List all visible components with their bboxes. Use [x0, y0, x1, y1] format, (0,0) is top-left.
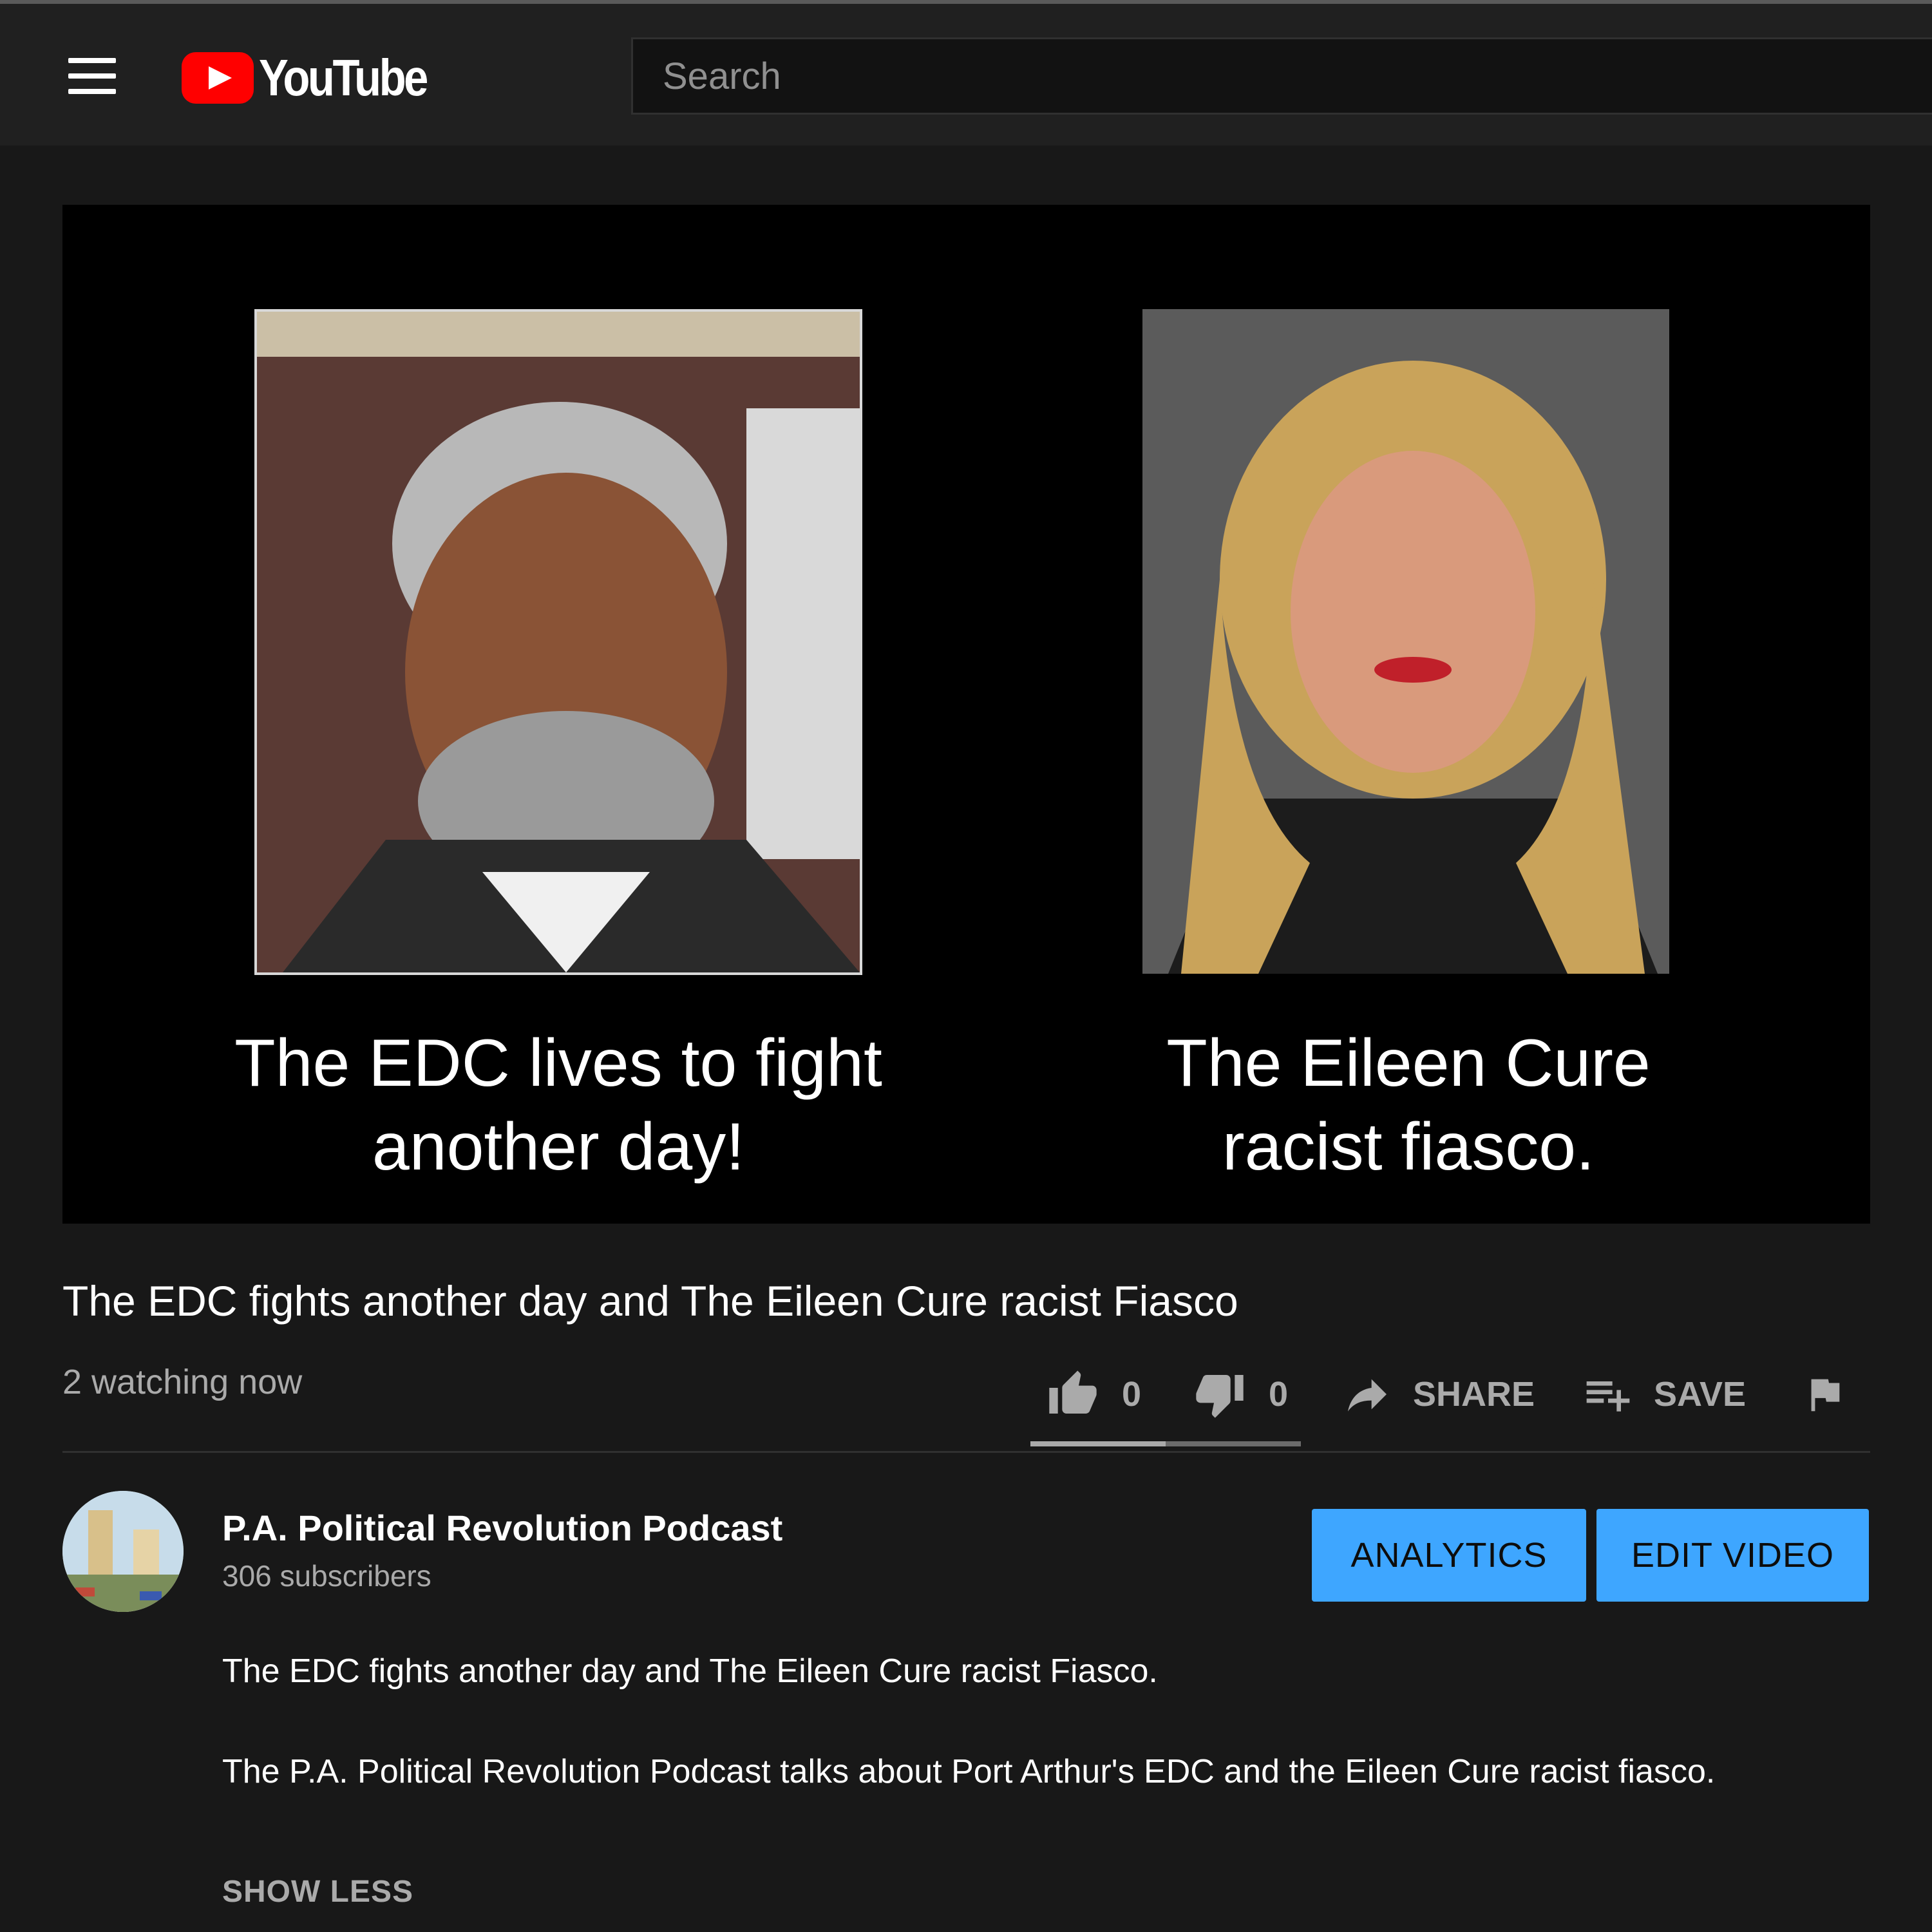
sentiment-bar-fill — [1030, 1441, 1166, 1446]
search-input[interactable] — [633, 39, 1932, 113]
thumbnail-photo-left — [254, 309, 862, 975]
flag-icon — [1811, 1379, 1840, 1412]
search-box[interactable] — [631, 37, 1932, 115]
menu-icon[interactable] — [68, 58, 116, 94]
description-line-2: The P.A. Political Revolution Podcast ta… — [222, 1753, 1716, 1790]
save-button[interactable]: SAVE — [1582, 1365, 1746, 1423]
share-button[interactable]: SHARE — [1341, 1365, 1535, 1423]
channel-avatar[interactable] — [62, 1491, 184, 1612]
like-button[interactable]: 0 — [1043, 1365, 1141, 1423]
dislike-button[interactable]: 0 — [1190, 1365, 1288, 1423]
edit-video-button[interactable]: EDIT VIDEO — [1596, 1509, 1869, 1602]
show-less-button[interactable]: SHOW LESS — [222, 1874, 413, 1909]
like-count: 0 — [1122, 1375, 1142, 1414]
woman-portrait-image — [1142, 309, 1669, 974]
save-label: SAVE — [1654, 1375, 1747, 1414]
thumbnail-photo-right — [1142, 309, 1669, 974]
share-icon — [1348, 1379, 1387, 1412]
channel-name[interactable]: P.A. Political Revolution Podcast — [222, 1507, 782, 1549]
masthead: YouTube — [0, 4, 1932, 146]
dislike-count: 0 — [1269, 1375, 1289, 1414]
report-button[interactable] — [1802, 1365, 1847, 1423]
man-portrait-image — [257, 312, 860, 972]
thumbs-up-icon — [1049, 1370, 1097, 1414]
subscriber-count: 306 subscribers — [222, 1559, 431, 1593]
watching-count: 2 watching now — [62, 1363, 303, 1401]
sentiment-bar — [1030, 1441, 1301, 1446]
caption-right: The Eileen Cure racist fiasco. — [1166, 1026, 1651, 1184]
logo-text: YouTube — [259, 49, 428, 106]
save-playlist-icon — [1586, 1381, 1630, 1412]
analytics-button[interactable]: ANALYTICS — [1312, 1509, 1586, 1602]
video-title: The EDC fights another day and The Eilee… — [62, 1277, 1238, 1325]
caption-left: The EDC lives to fight another day! — [234, 1026, 882, 1184]
video-player[interactable]: The EDC lives to fight another day! The … — [62, 205, 1870, 1224]
description-line-1: The EDC fights another day and The Eilee… — [222, 1653, 1158, 1690]
divider — [62, 1451, 1870, 1453]
avatar-image — [62, 1491, 184, 1612]
youtube-logo-icon — [182, 52, 254, 104]
thumbs-down-icon — [1196, 1375, 1244, 1418]
youtube-logo[interactable]: YouTube — [182, 49, 453, 107]
share-label: SHARE — [1413, 1375, 1535, 1414]
